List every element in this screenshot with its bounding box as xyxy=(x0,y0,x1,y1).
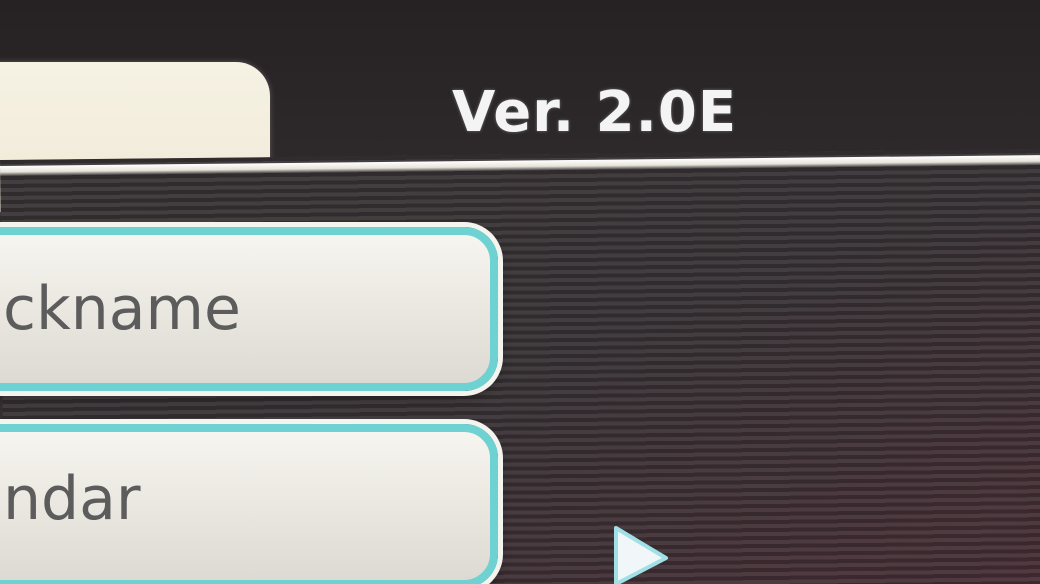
next-page-button[interactable] xyxy=(610,522,672,584)
wii-settings-screen: Ver. 2.0E ckname ndar xyxy=(0,0,1040,584)
right-arrow-icon xyxy=(614,526,668,584)
nickname-button-label: ckname xyxy=(3,274,241,344)
version-label: Ver. 2.0E xyxy=(452,80,738,145)
nickname-button[interactable]: ckname xyxy=(0,227,498,391)
calendar-button-label: ndar xyxy=(3,463,141,534)
calendar-button[interactable]: ndar xyxy=(0,424,498,584)
